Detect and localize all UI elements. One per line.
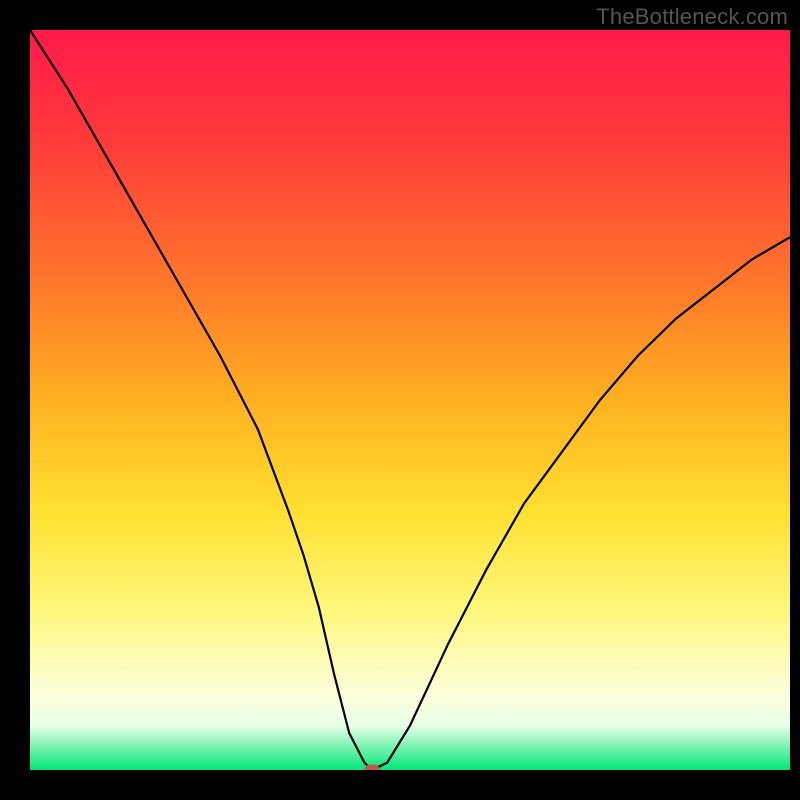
plot-area [30,30,790,770]
watermark-text: TheBottleneck.com [596,4,788,30]
minimum-marker [365,765,380,771]
bottleneck-curve [30,30,790,770]
